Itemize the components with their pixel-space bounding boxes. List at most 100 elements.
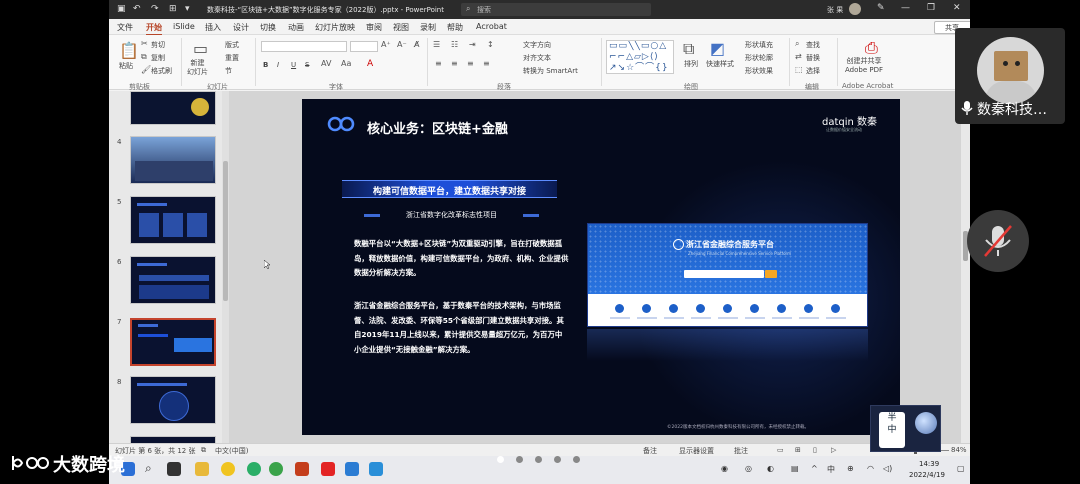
- pen-icon[interactable]: ✎: [877, 3, 885, 13]
- slide-thumbnail[interactable]: [130, 196, 216, 244]
- section-button[interactable]: 节: [225, 66, 232, 76]
- tab-help[interactable]: 帮助: [447, 22, 463, 33]
- search-box[interactable]: ⌕ 搜索: [461, 3, 651, 16]
- indent-icon[interactable]: ⇥: [469, 40, 476, 49]
- bullets-icon[interactable]: ☰: [433, 40, 440, 49]
- layout-button[interactable]: 版式: [225, 40, 239, 50]
- shape-fill-button[interactable]: 形状填充: [745, 40, 773, 50]
- grow-font-icon[interactable]: A⁺: [381, 40, 391, 49]
- slide-thumbnail[interactable]: [130, 256, 216, 304]
- find-icon[interactable]: ⌕: [795, 39, 799, 49]
- tab-islide[interactable]: iSlide: [173, 22, 195, 31]
- comments-button[interactable]: 批注: [734, 446, 748, 456]
- notification-icon[interactable]: ▢: [957, 464, 965, 473]
- slide-thumbnail[interactable]: [130, 436, 216, 443]
- slide-thumbnail[interactable]: [130, 376, 216, 424]
- new-slide-button[interactable]: 新建 幻灯片: [187, 59, 208, 77]
- line-spacing-icon[interactable]: ↕: [487, 40, 494, 49]
- quick-access-icon[interactable]: ⊞: [169, 4, 177, 14]
- shapes-gallery[interactable]: ▭▭╲╲▭○△ ⌐⌐△▱▷⟨⟩ ↗↘☆⌒⌒{}: [606, 40, 674, 74]
- copy-button[interactable]: 复制: [151, 53, 165, 63]
- tab-file[interactable]: 文件: [117, 22, 133, 33]
- align-text-button[interactable]: 对齐文本: [523, 53, 551, 63]
- reset-button[interactable]: 重置: [225, 53, 239, 63]
- paste-icon[interactable]: 📋: [119, 41, 139, 60]
- tray-icon[interactable]: ⊕: [847, 464, 854, 473]
- display-settings-button[interactable]: 显示器设置: [679, 446, 714, 456]
- char-spacing-icon[interactable]: AV: [321, 59, 331, 68]
- copy-icon[interactable]: ⧉: [141, 52, 147, 62]
- page-dot[interactable]: [573, 456, 580, 463]
- tab-view[interactable]: 视图: [393, 22, 409, 33]
- align-right-icon[interactable]: ≡: [467, 59, 474, 68]
- accessibility-icon[interactable]: ⧉: [201, 446, 206, 455]
- ime-indicator[interactable]: 中: [827, 464, 835, 475]
- quick-styles-button[interactable]: 快速样式: [706, 59, 734, 69]
- format-painter-icon[interactable]: 🖌: [141, 65, 151, 74]
- search-icon[interactable]: ⌕: [145, 461, 152, 476]
- tab-transitions[interactable]: 切换: [260, 22, 276, 33]
- format-painter-button[interactable]: 格式刷: [151, 66, 172, 76]
- font-color-icon[interactable]: A: [367, 59, 373, 69]
- app-icon[interactable]: [221, 462, 235, 476]
- file-explorer-icon[interactable]: [195, 462, 209, 476]
- acrobat-icon[interactable]: [321, 462, 335, 476]
- clock-time[interactable]: 14:39: [919, 460, 939, 468]
- cut-icon[interactable]: ✂: [141, 39, 148, 48]
- replace-button[interactable]: 替换: [806, 53, 820, 63]
- tab-home[interactable]: 开始: [146, 22, 162, 36]
- slide-thumbnail[interactable]: [130, 91, 216, 125]
- reading-view-icon[interactable]: ▯: [813, 446, 817, 454]
- mute-button[interactable]: [967, 210, 1029, 272]
- select-button[interactable]: 选择: [806, 66, 820, 76]
- align-left-icon[interactable]: ≡: [435, 59, 442, 68]
- tab-review[interactable]: 审阅: [366, 22, 382, 33]
- undo-icon[interactable]: ↶: [133, 4, 141, 14]
- user-name[interactable]: 张 果: [827, 5, 843, 15]
- text-direction-button[interactable]: 文字方向: [523, 40, 551, 50]
- italic-button[interactable]: I: [277, 61, 279, 69]
- bold-button[interactable]: B: [263, 61, 268, 69]
- quick-styles-icon[interactable]: ◩: [710, 39, 725, 58]
- slideshow-icon[interactable]: ▷: [831, 446, 836, 454]
- wifi-icon[interactable]: ◠: [867, 464, 874, 473]
- paste-button[interactable]: 粘贴: [119, 61, 133, 71]
- tray-icon[interactable]: ◐: [767, 464, 774, 473]
- floating-widget[interactable]: 半 中: [870, 405, 941, 452]
- app-icon[interactable]: [345, 462, 359, 476]
- powerpoint-icon[interactable]: [295, 462, 309, 476]
- thumbnail-scrollbar[interactable]: [222, 91, 229, 443]
- tray-icon[interactable]: ◉: [721, 464, 728, 473]
- zoom-level[interactable]: 84%: [951, 446, 967, 454]
- notes-button[interactable]: 备注: [643, 446, 657, 456]
- normal-view-icon[interactable]: ▭: [777, 446, 784, 454]
- arrange-button[interactable]: 排列: [684, 59, 698, 69]
- change-case-icon[interactable]: Aa: [341, 59, 351, 68]
- avatar[interactable]: [849, 3, 861, 15]
- clock-date[interactable]: 2022/4/19: [909, 471, 945, 479]
- shape-outline-button[interactable]: 形状轮廓: [745, 53, 773, 63]
- page-dot[interactable]: [516, 456, 523, 463]
- clear-format-icon[interactable]: A̸: [414, 40, 419, 49]
- strikethrough-button[interactable]: S: [305, 61, 309, 69]
- tab-slideshow[interactable]: 幻灯片放映: [315, 22, 355, 33]
- arrange-icon[interactable]: ⧉: [683, 39, 694, 59]
- new-slide-icon[interactable]: ▭: [193, 39, 208, 58]
- underline-button[interactable]: U: [291, 61, 296, 69]
- numbering-icon[interactable]: ☷: [451, 40, 458, 49]
- justify-icon[interactable]: ≡: [483, 59, 490, 68]
- language-status[interactable]: 中文(中国): [215, 446, 248, 456]
- page-dot[interactable]: [497, 456, 504, 463]
- minimize-icon[interactable]: —: [901, 3, 910, 13]
- redo-icon[interactable]: ↷: [151, 4, 159, 14]
- font-family-select[interactable]: [261, 41, 347, 52]
- shrink-font-icon[interactable]: A⁻: [397, 40, 407, 49]
- wechat-icon[interactable]: [247, 462, 261, 476]
- replace-icon[interactable]: ⇄: [795, 52, 802, 61]
- smartart-button[interactable]: 转换为 SmartArt: [523, 66, 578, 76]
- app-icon[interactable]: [369, 462, 383, 476]
- page-dot[interactable]: [554, 456, 561, 463]
- align-center-icon[interactable]: ≡: [451, 59, 458, 68]
- task-view-icon[interactable]: [167, 462, 181, 476]
- close-icon[interactable]: ✕: [953, 3, 961, 13]
